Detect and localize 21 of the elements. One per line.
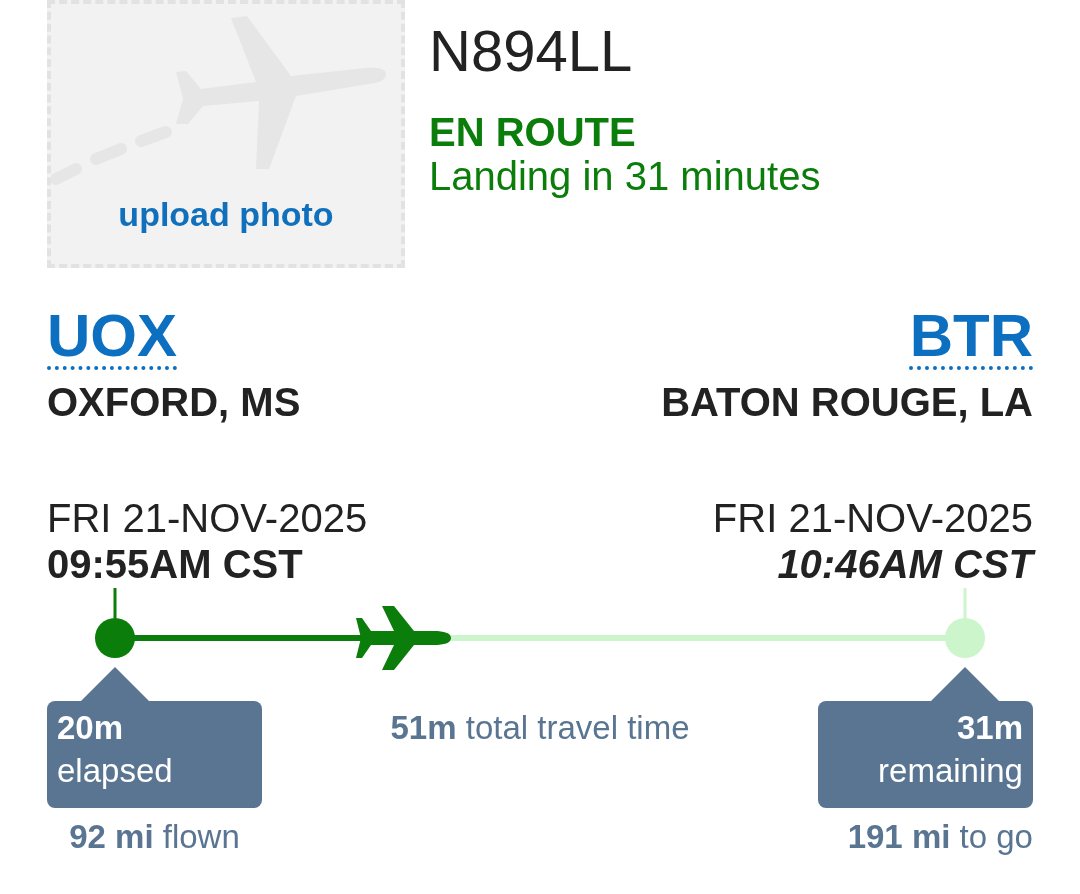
duration-label: elapsed: [57, 750, 174, 791]
photo-upload-area[interactable]: upload photo: [47, 0, 405, 268]
city-name: OXFORD, MS: [47, 380, 302, 424]
distance-text: 191 mi to go: [846, 817, 1033, 857]
upload-link[interactable]: upload photo: [51, 189, 401, 240]
duration-value: 20m: [57, 708, 125, 748]
destination-marker: [945, 588, 985, 658]
distance-text: 92 mi flown: [68, 817, 241, 857]
airport-code-link[interactable]: UOX: [47, 302, 178, 369]
flight-status: EN ROUTE: [429, 110, 637, 154]
airport-code-link[interactable]: BTR: [909, 302, 1033, 369]
duration-value: 31m: [955, 708, 1023, 748]
origin-marker: [95, 588, 135, 658]
total-travel-time: 51m total travel time: [390, 708, 690, 748]
date-text: FRI 21-NOV-2025: [47, 496, 368, 540]
tail-number: N894LL: [429, 22, 634, 80]
city-name: BATON ROUGE, LA: [661, 380, 1033, 424]
time-text: 09:55AM CST: [47, 541, 304, 588]
date-text: FRI 21-NOV-2025: [711, 496, 1033, 540]
status-detail: Landing in 31 minutes: [429, 154, 821, 198]
duration-label: remaining: [877, 750, 1023, 791]
